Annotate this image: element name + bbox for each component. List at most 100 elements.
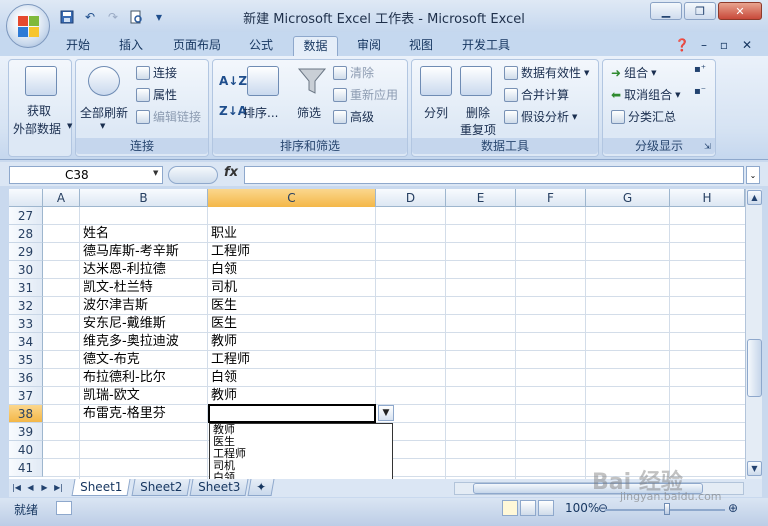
refresh-all-button[interactable]: 全部刷新 [80, 104, 128, 121]
cell-b[interactable]: 安东尼-戴维斯 [80, 315, 208, 333]
ribbon-close-icon[interactable]: ✕ [738, 36, 756, 56]
refresh-dropdown-icon[interactable]: ▼ [100, 122, 105, 130]
cell-c[interactable]: 白领 [208, 369, 376, 387]
row-header[interactable]: 30 [9, 261, 43, 279]
row-header[interactable]: 35 [9, 351, 43, 369]
column-header-a[interactable]: A [43, 189, 80, 207]
validation-dropdown-list[interactable]: 教师 医生 工程师 司机 白领 [209, 423, 393, 479]
cell-b[interactable]: 德文-布克 [80, 351, 208, 369]
cell-b[interactable]: 维克多-奥拉迪波 [80, 333, 208, 351]
page-layout-view-icon[interactable] [520, 500, 536, 516]
hide-detail-icon[interactable]: ▪⁻ [694, 86, 706, 97]
outline-dialog-launcher-icon[interactable]: ⇲ [704, 142, 711, 151]
vertical-scroll-thumb[interactable] [747, 339, 762, 397]
vertical-scrollbar[interactable]: ▲ ▼ [745, 189, 762, 479]
tab-developer[interactable]: 开发工具 [454, 36, 518, 56]
filter-button[interactable]: 筛选 [297, 104, 321, 121]
spreadsheet-grid[interactable]: A B C D E F G H 27 28 姓名 职业 29 德马库斯-考辛斯 工程师 30 达… [9, 189, 745, 479]
prev-sheet-icon[interactable]: ◀ [25, 482, 36, 494]
zoom-in-icon[interactable]: ⊕ [728, 501, 738, 515]
row-header[interactable]: 40 [9, 441, 43, 459]
row-header[interactable]: 32 [9, 297, 43, 315]
row-header[interactable]: 29 [9, 243, 43, 261]
office-button[interactable] [6, 4, 50, 48]
get-external-label2[interactable]: 外部数据 [13, 120, 61, 137]
sheet-tab-3[interactable]: Sheet3 [189, 479, 249, 496]
help-icon[interactable]: ❓ [672, 36, 692, 56]
cell-c[interactable]: 工程师 [208, 243, 376, 261]
cell-b[interactable]: 凯文-杜兰特 [80, 279, 208, 297]
clear-button[interactable]: 清除 [333, 64, 374, 81]
insert-function-icon[interactable]: fx [224, 165, 238, 180]
tab-formulas[interactable]: 公式 [240, 36, 282, 56]
scroll-up-icon[interactable]: ▲ [747, 190, 762, 205]
cell-c[interactable]: 白领 [208, 261, 376, 279]
zoom-slider-thumb[interactable] [664, 503, 670, 515]
cell-c[interactable]: 医生 [208, 297, 376, 315]
next-sheet-icon[interactable]: ▶ [39, 482, 50, 494]
get-external-label1[interactable]: 获取 [27, 102, 51, 119]
cell-c[interactable] [208, 207, 376, 225]
cell-c[interactable]: 医生 [208, 315, 376, 333]
column-header-f[interactable]: F [516, 189, 586, 207]
reapply-button[interactable]: 重新应用 [333, 86, 398, 103]
cell-b[interactable] [80, 423, 208, 441]
dropdown-option[interactable]: 白领 [213, 472, 235, 480]
row-header[interactable]: 36 [9, 369, 43, 387]
row-header[interactable]: 28 [9, 225, 43, 243]
cell-b[interactable]: 达米恩-利拉德 [80, 261, 208, 279]
what-if-button[interactable]: 假设分析 ▼ [504, 108, 577, 125]
text-to-columns-button[interactable]: 分列 [424, 104, 448, 121]
row-header[interactable]: 37 [9, 387, 43, 405]
column-header-e[interactable]: E [446, 189, 516, 207]
consolidate-button[interactable]: 合并计算 [504, 86, 569, 103]
cell-b[interactable]: 姓名 [80, 225, 208, 243]
cell-b[interactable]: 凯瑞-欧文 [80, 387, 208, 405]
column-header-h[interactable]: H [670, 189, 745, 207]
last-sheet-icon[interactable]: ▶| [53, 482, 64, 494]
cell-b[interactable] [80, 207, 208, 225]
cell-c[interactable]: 教师 [208, 387, 376, 405]
cell-b[interactable] [80, 459, 208, 477]
column-header-g[interactable]: G [586, 189, 670, 207]
select-all-corner[interactable] [9, 189, 43, 207]
ribbon-restore-icon[interactable]: ▫ [716, 36, 732, 56]
sheet-tab-2[interactable]: Sheet2 [131, 479, 191, 496]
insert-sheet-icon[interactable]: ✦ [247, 479, 275, 496]
scroll-down-icon[interactable]: ▼ [747, 461, 762, 476]
dropdown-arrow-icon[interactable]: ▼ [378, 405, 394, 421]
cell-b[interactable]: 布拉德利-比尔 [80, 369, 208, 387]
close-icon[interactable]: ✕ [718, 2, 762, 20]
remove-duplicates-label2[interactable]: 重复项 [460, 121, 496, 138]
row-header[interactable]: 27 [9, 207, 43, 225]
row-header[interactable]: 39 [9, 423, 43, 441]
ribbon-minimize-icon[interactable]: – [696, 36, 712, 56]
cell-c[interactable]: 司机 [208, 279, 376, 297]
row-header[interactable]: 41 [9, 459, 43, 477]
tab-view[interactable]: 视图 [400, 36, 442, 56]
get-external-dropdown-icon[interactable]: ▼ [67, 122, 72, 130]
first-sheet-icon[interactable]: |◀ [11, 482, 22, 494]
formula-bar-expand-icon[interactable] [168, 166, 218, 184]
cell-c[interactable]: 职业 [208, 225, 376, 243]
normal-view-icon[interactable] [502, 500, 518, 516]
edit-links-button[interactable]: 编辑链接 [136, 108, 201, 125]
cell-c[interactable]: 工程师 [208, 351, 376, 369]
column-header-c[interactable]: C [208, 189, 376, 207]
sort-asc-icon[interactable]: A↓Z [219, 74, 247, 88]
sort-button[interactable]: 排序... [243, 104, 278, 121]
row-header[interactable]: 33 [9, 315, 43, 333]
cell-c[interactable]: 教师 [208, 333, 376, 351]
row-header[interactable]: 31 [9, 279, 43, 297]
formula-expand-icon[interactable]: ⌄ [746, 166, 760, 184]
data-validation-button[interactable]: 数据有效性 ▼ [504, 64, 589, 81]
ungroup-button[interactable]: ⬅ 取消组合 ▼ [611, 86, 680, 103]
tab-insert[interactable]: 插入 [110, 36, 152, 56]
row-header[interactable]: 38 [9, 405, 43, 423]
cell-b[interactable]: 德马库斯-考辛斯 [80, 243, 208, 261]
column-header-b[interactable]: B [80, 189, 208, 207]
tab-page-layout[interactable]: 页面布局 [165, 36, 229, 56]
row-header[interactable]: 34 [9, 333, 43, 351]
tab-home[interactable]: 开始 [58, 36, 98, 56]
subtotal-button[interactable]: 分类汇总 [611, 108, 676, 125]
